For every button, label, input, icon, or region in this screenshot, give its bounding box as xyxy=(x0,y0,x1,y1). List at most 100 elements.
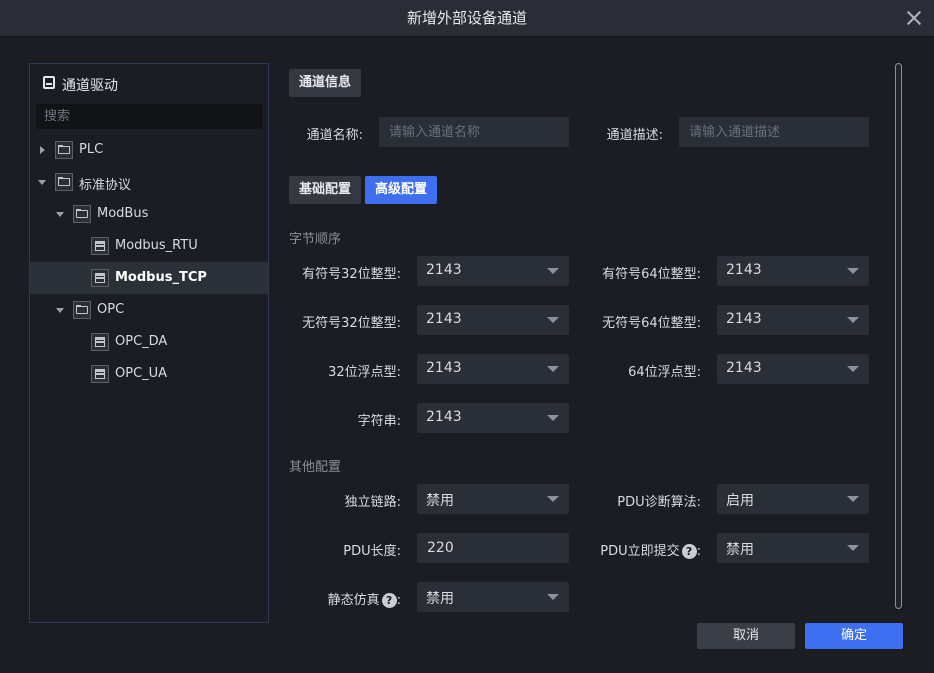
cancel-button[interactable]: 取消 xyxy=(697,623,795,649)
tree-item-label: ModBus xyxy=(97,206,149,221)
pdu-submit-label-group: PDU立即提交?: xyxy=(579,540,701,559)
label-colon: : xyxy=(696,544,701,559)
tree-item-label: 标准协议 xyxy=(79,178,132,193)
unsigned64-label: 无符号64位整型: xyxy=(602,316,701,331)
driver-tree-panel: 通道驱动 PLC 标准协议 ModBus Modbus_RTU Modbus_T… xyxy=(29,63,269,623)
float32-label: 32位浮点型: xyxy=(328,365,401,380)
other-config-heading: 其他配置 xyxy=(289,460,342,475)
channel-info-section: 通道信息 xyxy=(289,69,362,97)
tree-item-standard-protocol[interactable]: 标准协议 xyxy=(30,166,268,198)
chevron-down-icon xyxy=(547,366,559,372)
independent-link-select[interactable]: 禁用 xyxy=(417,484,569,514)
tree-item-label: OPC_UA xyxy=(115,366,168,381)
static-sim-select[interactable]: 禁用 xyxy=(417,582,569,612)
tree-item-opc-ua[interactable]: OPC_UA xyxy=(30,358,268,390)
select-value: 2143 xyxy=(426,311,462,327)
tab-basic-config[interactable]: 基础配置 xyxy=(289,176,362,204)
tree-item-label: Modbus_RTU xyxy=(115,238,198,253)
channel-name-input[interactable] xyxy=(379,117,569,147)
select-value: 禁用 xyxy=(426,591,454,607)
select-value: 2143 xyxy=(726,311,762,327)
caret-down-icon[interactable] xyxy=(56,212,64,217)
select-value: 启用 xyxy=(726,493,754,509)
float64-label: 64位浮点型: xyxy=(628,365,701,380)
tree-item-label: OPC_DA xyxy=(115,334,168,349)
folder-icon xyxy=(55,141,73,159)
pdu-submit-select[interactable]: 禁用 xyxy=(717,533,869,563)
caret-down-icon[interactable] xyxy=(56,308,64,313)
server-icon xyxy=(91,365,109,383)
channel-desc-label: 通道描述: xyxy=(606,128,663,143)
pdu-algo-select[interactable]: 启用 xyxy=(717,484,869,514)
tree-item-opc[interactable]: OPC xyxy=(30,294,268,326)
chevron-down-icon xyxy=(847,268,859,274)
channel-desc-input[interactable] xyxy=(679,117,869,147)
close-icon[interactable] xyxy=(904,8,924,28)
chevron-down-icon xyxy=(847,317,859,323)
chevron-down-icon xyxy=(547,496,559,502)
pdu-length-label: PDU长度: xyxy=(343,544,401,559)
server-icon xyxy=(91,269,109,287)
chevron-down-icon xyxy=(847,545,859,551)
tree-panel-header: 通道驱动 xyxy=(30,64,268,102)
byte-order-heading: 字节顺序 xyxy=(289,232,342,247)
tree-item-label: OPC xyxy=(97,302,125,317)
tab-advanced-config[interactable]: 高级配置 xyxy=(365,176,438,204)
server-icon xyxy=(91,237,109,255)
scrollbar[interactable] xyxy=(895,63,902,609)
select-value: 2143 xyxy=(426,360,462,376)
float32-select[interactable]: 2143 xyxy=(417,354,569,384)
tree-item-label: Modbus_TCP xyxy=(115,270,207,285)
folder-icon xyxy=(73,301,91,319)
unsigned32-label: 无符号32位整型: xyxy=(302,316,401,331)
dialog-title: 新增外部设备通道 xyxy=(406,9,527,27)
select-value: 2143 xyxy=(426,409,462,425)
float64-select[interactable]: 2143 xyxy=(717,354,869,384)
caret-down-icon[interactable] xyxy=(38,180,46,185)
unsigned64-select[interactable]: 2143 xyxy=(717,305,869,335)
tree-item-plc[interactable]: PLC xyxy=(30,134,268,166)
pdu-algo-label: PDU诊断算法: xyxy=(617,495,701,510)
chevron-down-icon xyxy=(547,415,559,421)
folder-icon xyxy=(73,205,91,223)
chevron-down-icon xyxy=(847,366,859,372)
static-sim-label: 静态仿真 xyxy=(327,593,380,608)
chevron-down-icon xyxy=(847,496,859,502)
chevron-down-icon xyxy=(547,594,559,600)
signed64-select[interactable]: 2143 xyxy=(717,256,869,286)
tree-panel-title: 通道驱动 xyxy=(62,78,118,94)
tree-item-modbus-tcp[interactable]: Modbus_TCP xyxy=(30,262,268,294)
tree-item-modbus[interactable]: ModBus xyxy=(30,198,268,230)
unsigned32-select[interactable]: 2143 xyxy=(417,305,569,335)
label-colon: : xyxy=(396,593,401,608)
independent-link-label: 独立链路: xyxy=(344,495,401,510)
chevron-down-icon xyxy=(547,317,559,323)
tree-item-modbus-rtu[interactable]: Modbus_RTU xyxy=(30,230,268,262)
caret-right-icon[interactable] xyxy=(40,146,45,154)
channel-name-label: 通道名称: xyxy=(306,128,363,143)
select-value: 2143 xyxy=(726,360,762,376)
help-icon[interactable]: ? xyxy=(381,593,397,608)
select-value: 2143 xyxy=(726,262,762,278)
driver-icon xyxy=(43,76,55,89)
title-bar: 新增外部设备通道 xyxy=(0,0,934,37)
signed32-label: 有符号32位整型: xyxy=(302,267,401,282)
select-value: 禁用 xyxy=(726,542,754,558)
select-value: 2143 xyxy=(426,262,462,278)
string-select[interactable]: 2143 xyxy=(417,403,569,433)
folder-icon xyxy=(55,173,73,191)
select-value: 禁用 xyxy=(426,493,454,509)
tree-item-label: PLC xyxy=(79,142,104,157)
chevron-down-icon xyxy=(547,268,559,274)
search-input[interactable] xyxy=(36,104,262,129)
ok-button[interactable]: 确定 xyxy=(805,623,903,649)
string-label: 字符串: xyxy=(357,414,401,429)
pdu-submit-label: PDU立即提交 xyxy=(600,544,680,559)
tree-item-opc-da[interactable]: OPC_DA xyxy=(30,326,268,358)
static-sim-label-group: 静态仿真?: xyxy=(279,589,401,608)
signed64-label: 有符号64位整型: xyxy=(602,267,701,282)
pdu-length-input[interactable] xyxy=(417,533,569,563)
help-icon[interactable]: ? xyxy=(681,544,697,559)
server-icon xyxy=(91,333,109,351)
signed32-select[interactable]: 2143 xyxy=(417,256,569,286)
